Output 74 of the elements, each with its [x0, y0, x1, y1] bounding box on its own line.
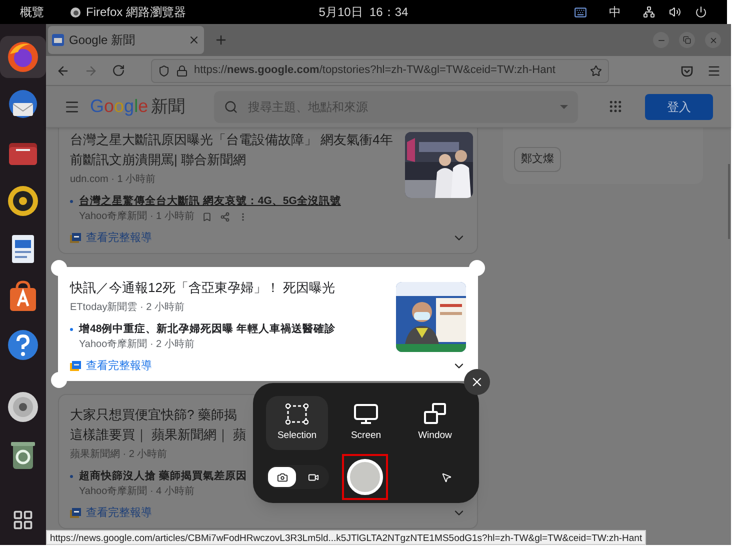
source-time: ETtoday新聞雲 · 2 小時前	[70, 300, 186, 314]
sign-in-button[interactable]: 登入	[645, 94, 713, 120]
power-icon[interactable]	[695, 6, 707, 18]
address-bar[interactable]: https://news.google.com/topstories?hl=zh-TW&gl=TW&ceid=TW:zh-Hant	[151, 58, 609, 82]
keyboard-icon[interactable]	[574, 6, 587, 18]
menu-icon[interactable]	[707, 64, 721, 78]
camera-button[interactable]	[268, 467, 296, 487]
pointer-icon	[440, 472, 452, 482]
bullet-icon	[70, 475, 73, 478]
menu-icon[interactable]	[64, 98, 80, 114]
speaker-icon[interactable]	[6, 184, 40, 218]
selection-icon	[285, 402, 309, 425]
browser-tab[interactable]: Google 新聞	[48, 26, 204, 54]
bullet-icon	[70, 328, 73, 330]
source-time: Yahoo奇摩新聞 · 4 小時前	[79, 484, 194, 499]
full-coverage-link[interactable]: 查看完整報導	[86, 358, 152, 374]
headline-link[interactable]: 大家只想買便宜快篩? 藥師揭	[70, 405, 237, 425]
bullet-icon	[70, 200, 73, 203]
coverage-icon	[70, 508, 81, 518]
full-coverage-link[interactable]: 查看完整報導	[86, 505, 152, 522]
network-icon[interactable]	[643, 6, 655, 18]
activities-button[interactable]: 概覽	[20, 3, 44, 21]
headline-link[interactable]: 台灣之星大斷訊原因曝光「台電設備故障」 網友氣衝4年	[70, 130, 393, 150]
search-icon	[224, 100, 238, 114]
back-icon[interactable]	[56, 64, 70, 78]
input-method-indicator[interactable]: 中	[609, 3, 621, 21]
status-url: https://news.google.com/articles/CBMi7wFodHRwczovL3R3Lm5ld...k5JTlGLTA2NTgzNTE1MS5odG1s?hl=zh-TW&gl=TW&ceid=TW:zh-Hant	[46, 530, 646, 545]
coverage-icon	[70, 360, 81, 371]
share-icon[interactable]	[220, 212, 230, 222]
related-headline-link[interactable]: 台灣之星驚傳全台大斷訊 網友哀號：4G、5G全沒訊號	[79, 193, 341, 209]
bookmark-icon[interactable]	[202, 212, 212, 222]
reload-icon[interactable]	[112, 64, 125, 77]
pocket-icon[interactable]	[681, 64, 693, 76]
monitor-icon	[353, 402, 379, 425]
capture-mode-button[interactable]: Window	[404, 396, 466, 450]
source-time: Yahoo奇摩新聞 · 1 小時前	[79, 210, 194, 224]
lock-icon[interactable]	[176, 64, 188, 76]
app-grid-icon[interactable]	[12, 509, 34, 531]
video-camera-icon	[308, 472, 318, 482]
headline-link[interactable]: 快訊／今通報12死「含亞東孕婦」！ 死因曝光	[70, 278, 336, 298]
headline-link[interactable]: 前斷訊文崩潰開罵| 聯合新聞網	[70, 150, 246, 170]
star-icon[interactable]	[590, 64, 602, 76]
restore-icon	[683, 36, 691, 44]
related-headline-link[interactable]: 增48例中重症、新北孕婦死因曝 年輕人車禍送醫確診	[79, 320, 336, 336]
capture-mode-button[interactable]: Selection	[266, 396, 328, 450]
shield-icon[interactable]	[158, 64, 170, 76]
restore-button[interactable]	[679, 32, 695, 48]
full-coverage-link[interactable]: 查看完整報導	[86, 230, 152, 246]
firefox-icon[interactable]	[6, 40, 40, 74]
headline-link[interactable]: 這樣誰要買｜ 蘋果新聞網｜ 蘋	[70, 425, 246, 445]
clock[interactable]: 5月10日 16：34	[249, 3, 478, 21]
capture-button[interactable]	[342, 454, 388, 500]
source-time: Yahoo奇摩新聞 · 2 小時前	[79, 338, 194, 352]
close-icon	[708, 36, 718, 44]
camera-icon	[276, 472, 288, 482]
news-icon	[52, 34, 64, 46]
close-icon	[470, 375, 484, 389]
disc-icon[interactable]	[6, 390, 40, 424]
google-news-logo: Google 新聞	[90, 95, 186, 118]
close-tab-icon[interactable]	[188, 34, 200, 46]
source-time: 蘋果新聞網 · 2 小時前	[70, 448, 168, 462]
firefox-icon	[70, 6, 81, 18]
topic-chip[interactable]: 鄭文燦	[514, 147, 561, 172]
coverage-icon	[70, 233, 81, 244]
related-headline-link[interactable]: 超商快篩沒人搶 藥師揭買氣差原因	[79, 468, 247, 484]
source-time: udn.com · 1 小時前	[70, 172, 157, 187]
help-icon[interactable]	[6, 328, 40, 362]
dock-item[interactable]	[0, 36, 46, 78]
apps-icon[interactable]	[608, 99, 623, 114]
new-tab-icon[interactable]	[214, 33, 228, 47]
app-menu[interactable]: Firefox 網路瀏覽器	[86, 3, 186, 21]
volume-icon[interactable]	[669, 6, 681, 18]
capture-mode-button[interactable]: Screen	[335, 396, 397, 450]
windows-icon	[423, 402, 447, 425]
